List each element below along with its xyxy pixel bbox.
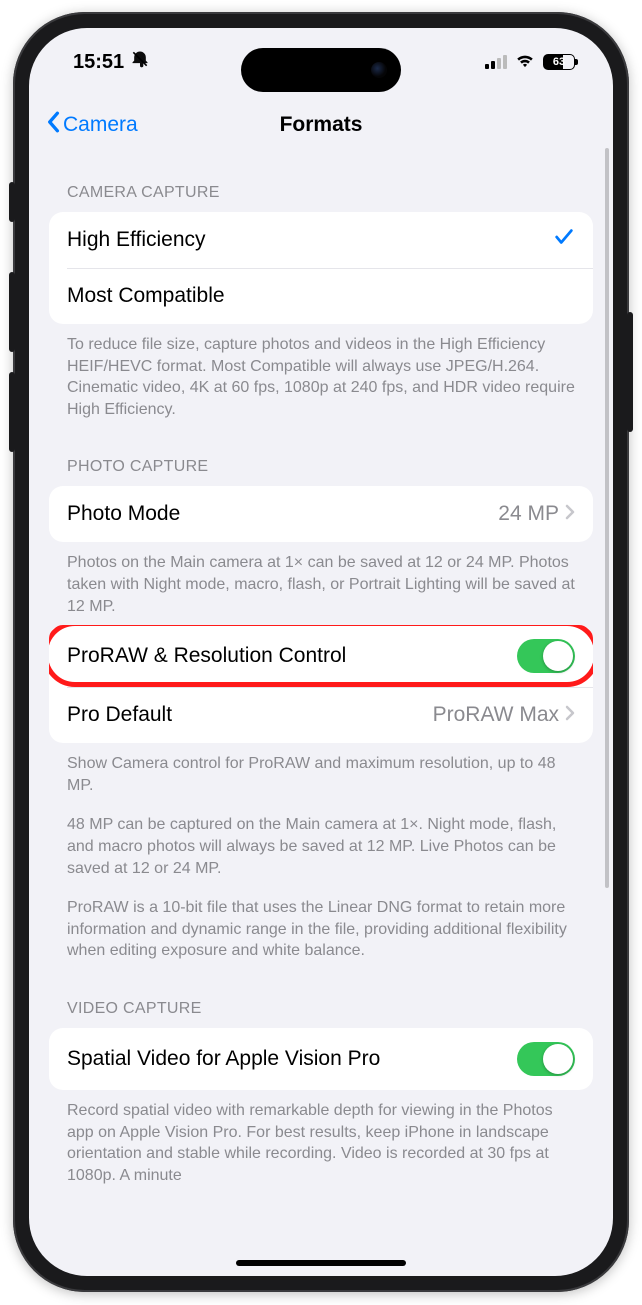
status-time: 15:51 xyxy=(73,51,124,74)
silent-icon xyxy=(130,49,150,75)
spatial-video-row[interactable]: Spatial Video for Apple Vision Pro xyxy=(49,1028,593,1090)
proraw-footer-1: Show Camera control for ProRAW and maxim… xyxy=(49,743,593,804)
proraw-toggle[interactable] xyxy=(517,639,575,673)
proraw-footer-2: 48 MP can be captured on the Main camera… xyxy=(49,804,593,887)
back-button[interactable]: Camera xyxy=(45,111,138,139)
checkmark-icon xyxy=(553,226,575,254)
pro-default-value: ProRAW Max xyxy=(433,703,559,727)
home-indicator[interactable] xyxy=(236,1260,406,1266)
proraw-footer-3: ProRAW is a 10-bit file that uses the Li… xyxy=(49,887,593,970)
spatial-video-toggle[interactable] xyxy=(517,1042,575,1076)
high-efficiency-row[interactable]: High Efficiency xyxy=(49,212,593,268)
high-efficiency-label: High Efficiency xyxy=(67,228,553,252)
proraw-group: ProRAW & Resolution Control Pro Default … xyxy=(49,625,593,743)
dynamic-island xyxy=(241,48,401,92)
photo-mode-row[interactable]: Photo Mode 24 MP xyxy=(49,486,593,542)
page-title: Formats xyxy=(280,113,363,137)
volume-down-button xyxy=(9,372,15,452)
chevron-right-icon xyxy=(565,502,575,526)
cellular-icon xyxy=(485,55,507,69)
battery-icon: 63 xyxy=(543,54,575,70)
scroll-content[interactable]: CAMERA CAPTURE High Efficiency Most Comp… xyxy=(29,154,613,1234)
screen: 15:51 63 xyxy=(29,28,613,1276)
photo-mode-value: 24 MP xyxy=(498,502,559,526)
camera-capture-group: High Efficiency Most Compatible xyxy=(49,212,593,324)
scroll-indicator[interactable] xyxy=(605,148,609,888)
section-header-camera-capture: CAMERA CAPTURE xyxy=(49,154,593,212)
video-capture-group: Spatial Video for Apple Vision Pro xyxy=(49,1028,593,1090)
pro-default-label: Pro Default xyxy=(67,703,433,727)
back-label: Camera xyxy=(63,113,138,137)
proraw-toggle-row[interactable]: ProRAW & Resolution Control xyxy=(49,625,593,687)
spatial-video-footer: Record spatial video with remarkable dep… xyxy=(49,1090,593,1194)
photo-mode-footer: Photos on the Main camera at 1× can be s… xyxy=(49,542,593,625)
section-header-photo-capture: PHOTO CAPTURE xyxy=(49,428,593,486)
proraw-label: ProRAW & Resolution Control xyxy=(67,644,517,668)
photo-mode-group: Photo Mode 24 MP xyxy=(49,486,593,542)
volume-up-button xyxy=(9,272,15,352)
power-button xyxy=(627,312,633,432)
wifi-icon xyxy=(515,51,535,74)
chevron-right-icon xyxy=(565,703,575,727)
nav-bar: Camera Formats xyxy=(29,96,613,154)
phone-body: 15:51 63 xyxy=(13,12,629,1292)
section-header-video-capture: VIDEO CAPTURE xyxy=(49,970,593,1028)
photo-mode-label: Photo Mode xyxy=(67,502,498,526)
silent-switch xyxy=(9,182,15,222)
pro-default-row[interactable]: Pro Default ProRAW Max xyxy=(49,687,593,743)
chevron-left-icon xyxy=(45,111,61,139)
spatial-video-label: Spatial Video for Apple Vision Pro xyxy=(67,1047,517,1071)
camera-capture-footer: To reduce file size, capture photos and … xyxy=(49,324,593,428)
most-compatible-label: Most Compatible xyxy=(67,284,575,308)
most-compatible-row[interactable]: Most Compatible xyxy=(49,268,593,324)
